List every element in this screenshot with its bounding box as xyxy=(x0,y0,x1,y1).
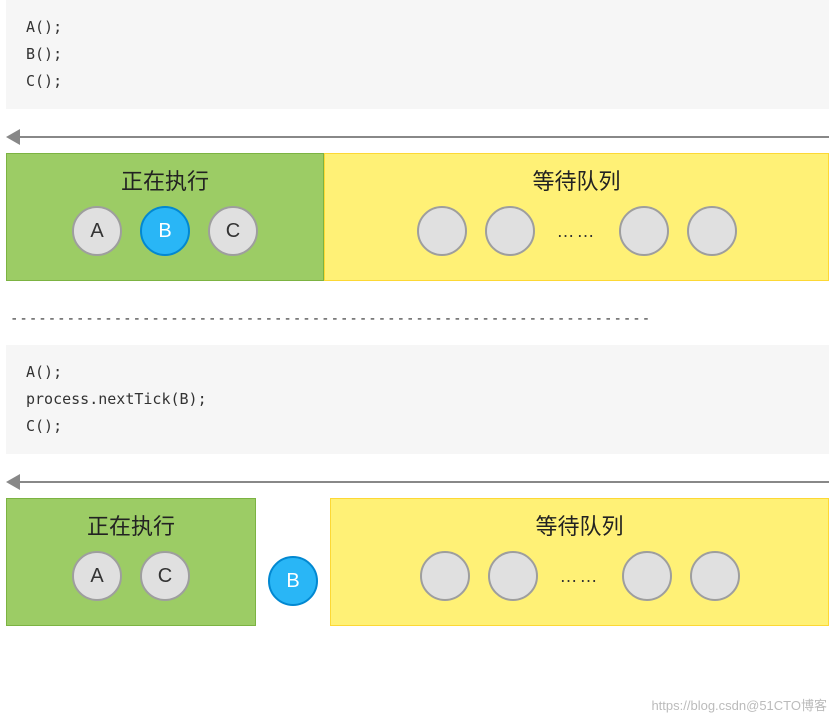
diagram-2: 正在执行 A C B 等待队列 …… xyxy=(6,498,829,626)
executing-box: 正在执行 A B C xyxy=(6,153,324,281)
waiting-title: 等待队列 xyxy=(535,509,623,541)
queue-slot xyxy=(687,206,737,256)
queue-slot xyxy=(485,206,535,256)
waiting-title: 等待队列 xyxy=(532,164,620,196)
waiting-circles: …… xyxy=(417,206,737,256)
code-block-1: A(); B(); C(); xyxy=(6,0,829,109)
waiting-queue-box: 等待队列 …… xyxy=(330,498,829,626)
code-line: process.nextTick(B); xyxy=(26,386,809,413)
executing-title: 正在执行 xyxy=(121,164,209,196)
task-circle-c: C xyxy=(208,206,258,256)
code-block-2: A(); process.nextTick(B); C(); xyxy=(6,345,829,454)
queue-slot xyxy=(690,551,740,601)
code-line: A(); xyxy=(26,359,809,386)
ellipsis-icon: …… xyxy=(556,566,604,587)
flow-arrow-left-2 xyxy=(6,474,829,490)
queue-slot xyxy=(420,551,470,601)
task-circle-a: A xyxy=(72,206,122,256)
executing-circles: A C xyxy=(72,551,190,601)
code-line: A(); xyxy=(26,14,809,41)
section-separator: ----------------------------------------… xyxy=(10,311,825,327)
executing-title: 正在执行 xyxy=(87,509,175,541)
nexttick-slot: B xyxy=(256,498,330,626)
code-line: C(); xyxy=(26,68,809,95)
task-circle-b-nexttick: B xyxy=(268,556,318,606)
diagram-1: 正在执行 A B C 等待队列 …… xyxy=(6,153,829,281)
queue-slot xyxy=(619,206,669,256)
flow-arrow-left xyxy=(6,129,829,145)
task-circle-b-current: B xyxy=(140,206,190,256)
waiting-queue-box: 等待队列 …… xyxy=(324,153,829,281)
arrow-shaft xyxy=(18,481,829,483)
waiting-circles: …… xyxy=(420,551,740,601)
task-circle-a: A xyxy=(72,551,122,601)
code-line: B(); xyxy=(26,41,809,68)
code-line: C(); xyxy=(26,413,809,440)
task-circle-c: C xyxy=(140,551,190,601)
watermark-text: https://blog.csdn@51CTO博客 xyxy=(651,695,827,714)
queue-slot xyxy=(417,206,467,256)
executing-box: 正在执行 A C xyxy=(6,498,256,626)
queue-slot xyxy=(488,551,538,601)
executing-circles: A B C xyxy=(72,206,258,256)
arrow-shaft xyxy=(18,136,829,138)
queue-slot xyxy=(622,551,672,601)
ellipsis-icon: …… xyxy=(553,221,601,242)
